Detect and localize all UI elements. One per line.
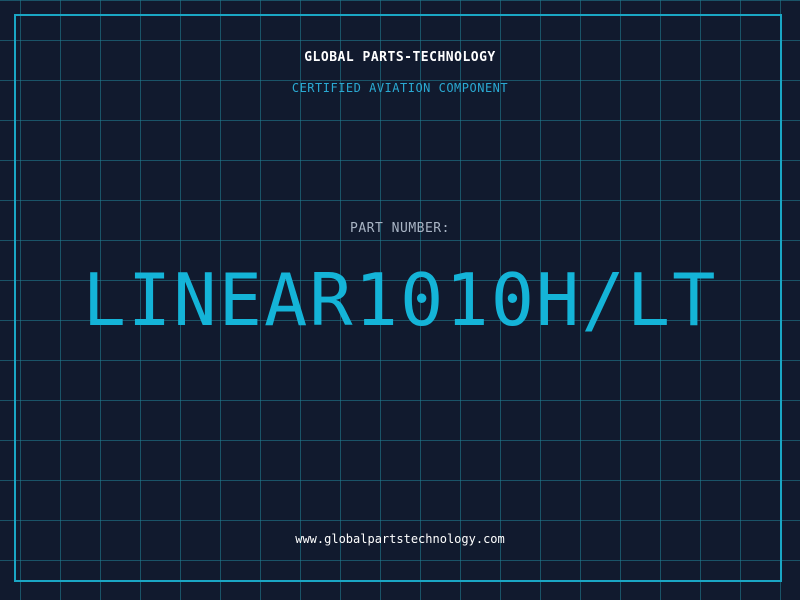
company-name: GLOBAL PARTS-TECHNOLOGY xyxy=(304,50,496,65)
product-label-card: GLOBAL PARTS-TECHNOLOGY CERTIFIED AVIATI… xyxy=(0,0,800,600)
part-number-value: LINEAR1010H/LT xyxy=(82,258,718,342)
part-number-label: PART NUMBER: xyxy=(350,221,450,236)
website-url: www.globalpartstechnology.com xyxy=(295,532,505,546)
tagline: CERTIFIED AVIATION COMPONENT xyxy=(291,81,509,95)
